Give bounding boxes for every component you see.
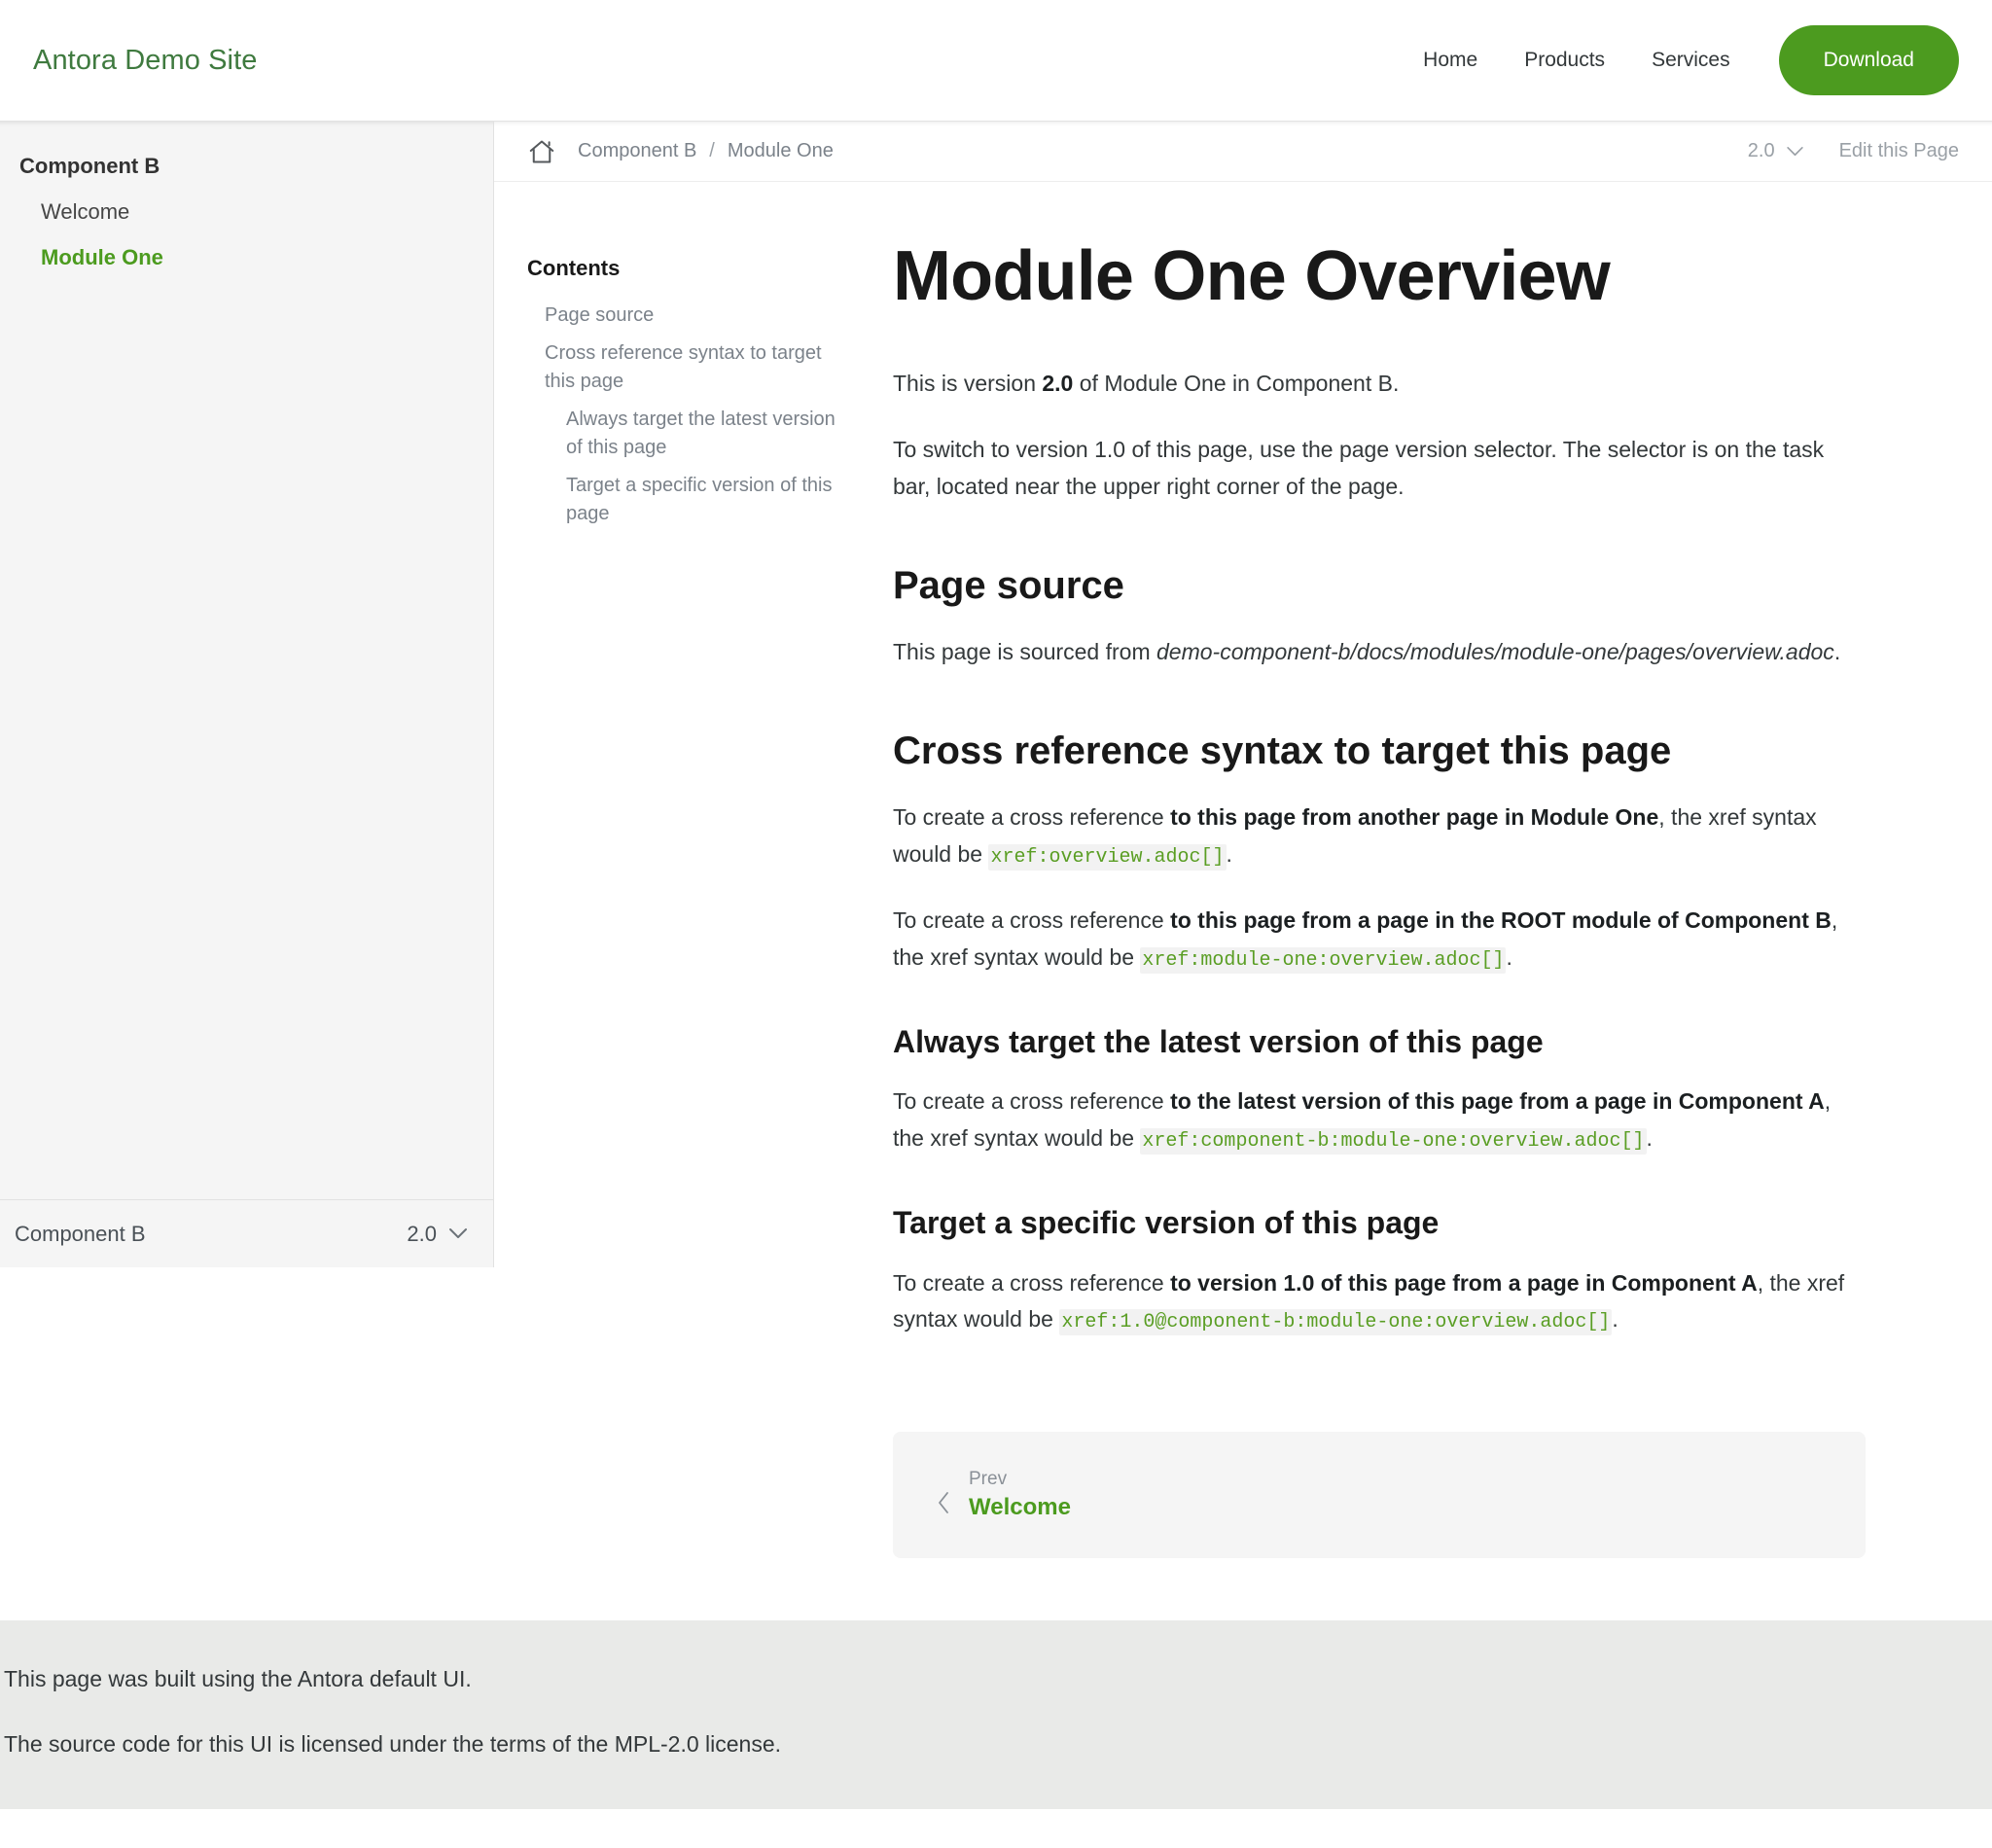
xref-paragraph-1: To create a cross reference to this page… — [893, 800, 1866, 873]
breadcrumb-separator: / — [709, 140, 715, 161]
footer-line2-before: The source code for this UI is licensed … — [4, 1731, 615, 1758]
heading-target-specific-version: Target a specific version of this page — [893, 1205, 1440, 1241]
pagination-prev-title[interactable]: Welcome — [969, 1494, 1071, 1521]
page-source-after: . — [1833, 639, 1841, 664]
page-source-paragraph: This page is sourced from demo-component… — [893, 634, 1866, 671]
breadcrumb-item-component-b[interactable]: Component B — [578, 140, 696, 162]
intro-p1-version: 2.0 — [1042, 371, 1074, 397]
sidebar-component-title: Component B — [19, 154, 160, 178]
intro-p1-before: This is version — [893, 371, 1043, 397]
sidebar-nav-menu: Component B Welcome Module One — [0, 122, 493, 1199]
page-source-before: This page is sourced from — [893, 639, 1157, 664]
xref-paragraph-2: To create a cross reference to this page… — [893, 903, 1866, 977]
article: Module One Overview This is version 2.0 … — [875, 182, 1936, 1620]
specific-before: To create a cross reference — [893, 1269, 1171, 1296]
latest-paragraph: To create a cross reference to the lates… — [893, 1084, 1866, 1157]
component-selector-label[interactable]: Component B — [15, 1222, 146, 1247]
download-button-wrap: Download — [1754, 25, 1959, 95]
nav-link-home[interactable]: Home — [1400, 49, 1501, 72]
chevron-left-icon — [936, 1469, 969, 1519]
latest-after: . — [1646, 1125, 1653, 1152]
toc-item-cross-reference-syntax[interactable]: Cross reference syntax to target this pa… — [527, 335, 842, 401]
edit-this-page-link[interactable]: Edit this Page — [1839, 140, 1959, 162]
breadcrumb-item-module-one[interactable]: Module One — [728, 140, 834, 162]
content-row: Contents Page source Cross reference syn… — [494, 182, 1992, 1620]
navbar-menu: Home Products Services Download — [1400, 25, 1959, 95]
latest-code: xref:component-b:module-one:overview.ado… — [1140, 1128, 1647, 1155]
toc-title: Contents — [527, 256, 621, 280]
specific-paragraph: To create a cross reference to version 1… — [893, 1265, 1866, 1339]
footer-line2-after: . — [774, 1731, 782, 1758]
heading-cross-reference-syntax: Cross reference syntax to target this pa… — [893, 729, 1672, 772]
xref-p2-strong: to this page from a page in the ROOT mod… — [1170, 906, 1832, 933]
xref-p1-before: To create a cross reference — [893, 803, 1171, 830]
main-content: Component B / Module One 2.0 Edit this P… — [494, 122, 1992, 1621]
sidebar-item-module-one[interactable]: Module One — [0, 234, 493, 280]
toc-item-page-source[interactable]: Page source — [527, 297, 842, 335]
breadcrumb: Component B / Module One — [578, 140, 834, 162]
page-version-value: 2.0 — [1747, 140, 1775, 161]
xref-p2-after: . — [1506, 943, 1512, 970]
toc-sidebar: Contents Page source Cross reference syn… — [494, 182, 875, 533]
specific-code: xref:1.0@component-b:module-one:overview… — [1059, 1309, 1613, 1336]
latest-before: To create a cross reference — [893, 1088, 1171, 1115]
heading-page-source: Page source — [893, 564, 1124, 607]
xref-p1-code: xref:overview.adoc[] — [988, 843, 1227, 871]
site-footer: This page was built using the Antora def… — [0, 1620, 1992, 1810]
download-button[interactable]: Download — [1778, 25, 1959, 95]
pagination-prev[interactable]: Prev Welcome — [936, 1469, 1071, 1521]
page-body: Component B Welcome Module One Component… — [0, 122, 1992, 1621]
chevron-down-icon — [449, 1228, 467, 1238]
page-version-selector[interactable]: 2.0 — [1748, 140, 1804, 162]
specific-after: . — [1612, 1306, 1618, 1333]
version-selector-value: 2.0 — [407, 1221, 437, 1246]
nav-link-services[interactable]: Services — [1628, 49, 1754, 72]
page-source-path: demo-component-b/docs/modules/module-one… — [1156, 639, 1834, 664]
chevron-down-icon — [1786, 146, 1803, 156]
page-pagination: Prev Welcome — [893, 1432, 1866, 1559]
heading-always-target-latest: Always target the latest version of this… — [893, 1023, 1544, 1059]
toc-list: Page source Cross reference syntax to ta… — [527, 297, 842, 533]
page-title: Module One Overview — [893, 237, 1611, 315]
xref-p1-strong: to this page from another page in Module… — [1170, 803, 1659, 830]
site-title[interactable]: Antora Demo Site — [33, 45, 258, 77]
footer-license-link[interactable]: MPL-2.0 license — [615, 1731, 775, 1757]
intro-paragraph-1: This is version 2.0 of Module One in Com… — [893, 366, 1866, 403]
toc-item-always-target-latest[interactable]: Always target the latest version of this… — [527, 401, 842, 467]
site-navbar: Antora Demo Site Home Products Services … — [0, 0, 1992, 122]
sidebar-item-welcome[interactable]: Welcome — [0, 189, 493, 234]
intro-paragraph-2: To switch to version 1.0 of this page, u… — [893, 437, 1825, 500]
home-icon — [529, 140, 554, 162]
xref-p2-before: To create a cross reference — [893, 906, 1171, 933]
xref-p1-after: . — [1226, 840, 1232, 867]
footer-line-1: This page was built using the Antora def… — [4, 1666, 472, 1692]
page-toolbar: Component B / Module One 2.0 Edit this P… — [494, 122, 1992, 182]
toc-item-target-specific-version[interactable]: Target a specific version of this page — [527, 467, 842, 533]
footer-line-2: The source code for this UI is licensed … — [0, 1726, 1992, 1762]
version-selector[interactable]: 2.0 — [407, 1222, 468, 1247]
xref-p2-code: xref:module-one:overview.adoc[] — [1140, 946, 1507, 974]
intro-p1-after: of Module One in Component B. — [1073, 371, 1400, 397]
specific-strong: to version 1.0 of this page from a page … — [1170, 1269, 1758, 1296]
latest-strong: to the latest version of this page from … — [1170, 1088, 1825, 1115]
sidebar-footer: Component B 2.0 — [0, 1199, 493, 1267]
pagination-prev-text: Prev Welcome — [969, 1469, 1071, 1521]
nav-link-products[interactable]: Products — [1501, 49, 1628, 72]
home-link[interactable] — [527, 137, 556, 166]
sidebar: Component B Welcome Module One Component… — [0, 122, 494, 1267]
pagination-prev-label: Prev — [969, 1469, 1008, 1490]
